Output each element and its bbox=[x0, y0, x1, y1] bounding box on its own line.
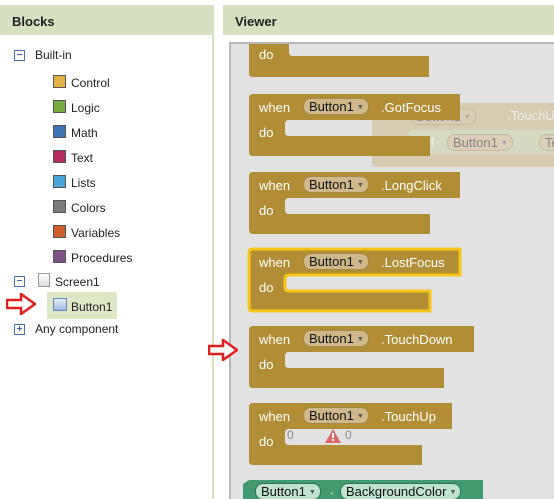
collapse-icon[interactable]: − bbox=[14, 50, 25, 61]
event-name-label: .GotFocus bbox=[381, 100, 441, 115]
do-label: do bbox=[259, 203, 274, 218]
red-arrow-icon bbox=[208, 339, 238, 361]
event-block-longclick[interactable]: when Button1 ▼ .LongClick do bbox=[249, 172, 460, 234]
tree-item-lists[interactable]: Lists bbox=[71, 176, 96, 190]
event-block-lostfocus[interactable]: when Button1 ▼ .LostFocus do bbox=[247, 247, 462, 313]
ghost-event-label: .TouchU bbox=[507, 108, 554, 123]
event-block-shape bbox=[249, 44, 429, 77]
event-name-label: .LostFocus bbox=[381, 255, 445, 270]
setter-component-dropdown[interactable]: Button1 ▼ bbox=[255, 483, 321, 499]
category-swatch-icon bbox=[53, 125, 66, 138]
screen-icon bbox=[38, 273, 50, 287]
blocks-workspace[interactable]: Button1▼ .TouchU do set Button1▼ Te do w… bbox=[229, 42, 554, 499]
tree-item-colors[interactable]: Colors bbox=[71, 201, 106, 215]
category-swatch-icon bbox=[53, 175, 66, 188]
tree-item-any-component[interactable]: Any component bbox=[35, 322, 118, 336]
collapse-icon[interactable]: − bbox=[14, 276, 25, 287]
tree-item-control[interactable]: Control bbox=[71, 76, 110, 90]
component-dropdown[interactable]: Button1 ▼ bbox=[303, 253, 369, 270]
do-label: do bbox=[259, 47, 274, 62]
category-swatch-icon bbox=[53, 75, 66, 88]
when-label: when bbox=[259, 409, 291, 424]
tree-item-variables[interactable]: Variables bbox=[71, 226, 120, 240]
component-dropdown[interactable]: Button1 ▼ bbox=[303, 407, 369, 424]
event-block-touchdown[interactable]: when Button1 ▼ .TouchDown do bbox=[249, 326, 474, 388]
when-label: when bbox=[259, 332, 291, 347]
event-block-gotfocus[interactable]: when Button1 ▼ .GotFocus do bbox=[249, 94, 460, 156]
when-label: when bbox=[259, 100, 291, 115]
event-name-label: .TouchUp bbox=[381, 409, 436, 424]
blocks-panel-title: Blocks bbox=[0, 5, 214, 35]
red-arrow-icon bbox=[6, 293, 36, 315]
warning-count: 0 bbox=[345, 428, 352, 442]
event-block-partial[interactable]: do bbox=[249, 44, 429, 77]
tree-item-math[interactable]: Math bbox=[71, 126, 98, 140]
category-swatch-icon bbox=[53, 150, 66, 163]
component-dropdown[interactable]: Button1 ▼ bbox=[303, 98, 369, 115]
do-label: do bbox=[259, 434, 274, 449]
tree-item-built-in[interactable]: Built-in bbox=[35, 48, 72, 62]
when-label: when bbox=[259, 255, 291, 270]
setter-block[interactable]: Button1 ▼ . BackgroundColor ▼ bbox=[243, 480, 483, 499]
component-dropdown[interactable]: Button1 ▼ bbox=[303, 330, 369, 347]
tree-item-text[interactable]: Text bbox=[71, 151, 93, 165]
blocks-tree bbox=[0, 35, 214, 499]
category-swatch-icon bbox=[53, 225, 66, 238]
component-dropdown[interactable]: Button1 ▼ bbox=[303, 176, 369, 193]
setter-property-dropdown[interactable]: BackgroundColor ▼ bbox=[340, 483, 462, 499]
error-count: 0 bbox=[287, 428, 294, 442]
warning-icon bbox=[325, 429, 341, 443]
warning-indicator[interactable]: 0 0 bbox=[283, 428, 373, 446]
category-swatch-icon bbox=[53, 100, 66, 113]
tree-item-procedures[interactable]: Procedures bbox=[71, 251, 132, 265]
tree-item-screen1[interactable]: Screen1 bbox=[55, 275, 100, 289]
category-swatch-icon bbox=[53, 250, 66, 263]
do-label: do bbox=[259, 280, 274, 295]
setter-dot-label: . bbox=[330, 482, 334, 497]
button-component-icon bbox=[53, 298, 67, 311]
do-label: do bbox=[259, 357, 274, 372]
tree-item-button1-label: Button1 bbox=[71, 300, 113, 314]
tree-item-logic[interactable]: Logic bbox=[71, 101, 100, 115]
expand-icon[interactable]: + bbox=[14, 324, 25, 335]
viewer-title: Viewer bbox=[223, 5, 554, 35]
category-swatch-icon bbox=[53, 200, 66, 213]
event-name-label: .LongClick bbox=[381, 178, 442, 193]
do-label: do bbox=[259, 125, 274, 140]
ghost-set-property: Te bbox=[539, 134, 554, 151]
when-label: when bbox=[259, 178, 291, 193]
event-name-label: .TouchDown bbox=[381, 332, 453, 347]
